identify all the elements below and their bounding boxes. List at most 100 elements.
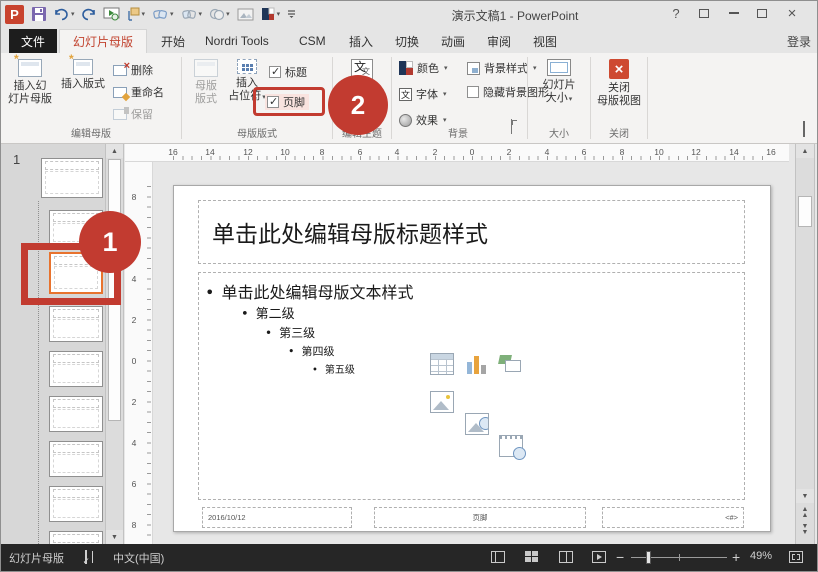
main-scrollbar-thumb[interactable] — [798, 196, 812, 227]
reading-view-button[interactable] — [559, 551, 573, 563]
fit-slide-to-window-button[interactable] — [789, 551, 803, 563]
insert-slide-master-icon — [18, 59, 42, 77]
zoom-out-button[interactable]: − — [616, 549, 624, 565]
insert-layout-button[interactable]: 插入版式 — [59, 57, 107, 125]
master-layout-button[interactable]: 母版 版式 — [187, 57, 225, 125]
body-level-1: •单击此处编辑母版文本样式 — [205, 279, 413, 303]
slideshow-view-button[interactable] — [592, 551, 606, 563]
slide-size-icon — [547, 59, 571, 76]
body-level-5: •第五级 — [312, 361, 355, 376]
layout-thumbnail[interactable] — [49, 351, 103, 387]
slide-number-label: 1 — [13, 152, 20, 167]
insert-pictures-icon[interactable] — [430, 391, 454, 413]
rename-button[interactable]: 重命名 — [113, 83, 164, 101]
group-label-edit-master: 编辑母版 — [1, 125, 181, 140]
rename-icon — [113, 87, 127, 98]
tab-slide-master[interactable]: 幻灯片母版 — [59, 29, 147, 53]
start-slideshow-icon[interactable] — [103, 4, 120, 24]
next-slide-button[interactable]: ▼▼ — [796, 524, 814, 538]
layout-thumbnail[interactable] — [49, 531, 103, 544]
combine-shapes-icon[interactable] — [181, 4, 203, 24]
previous-slide-button[interactable]: ▲▲ — [796, 507, 814, 521]
undo-icon[interactable] — [54, 4, 75, 24]
normal-view-button[interactable] — [491, 551, 505, 563]
layout-thumbnail[interactable] — [49, 396, 103, 432]
tab-insert[interactable]: 插入 — [337, 29, 385, 53]
bring-forward-icon[interactable] — [127, 4, 146, 24]
group-label-background: 背景 — [392, 125, 524, 140]
scroll-up-arrow[interactable]: ▲ — [796, 144, 814, 158]
preserve-button[interactable]: 保留 — [113, 105, 153, 123]
layout-thumbnail[interactable] — [49, 306, 103, 342]
title-checkbox-box — [269, 66, 281, 78]
tab-transitions[interactable]: 切换 — [383, 29, 431, 53]
delete-button[interactable]: 删除 — [113, 61, 153, 79]
tab-file[interactable]: 文件 — [9, 29, 57, 53]
insert-slide-master-button[interactable]: 插入幻 灯片母版 — [5, 57, 55, 125]
body-level-2: •第二级 — [241, 303, 295, 322]
title-placeholder[interactable]: 单击此处编辑母版标题样式 — [198, 200, 745, 264]
main-scrollbar[interactable]: ▲ ▼ ▲▲ ▼▼ — [795, 144, 815, 544]
powerpoint-logo-icon[interactable]: P — [5, 4, 24, 24]
slide-size-button[interactable]: 幻灯片 大小 — [535, 57, 583, 125]
status-language[interactable]: 中文(中国) — [113, 550, 164, 566]
insert-layout-icon — [73, 59, 93, 75]
close-master-view-button[interactable]: × 关闭 母版视图 — [595, 57, 643, 125]
save-icon[interactable] — [31, 4, 47, 24]
zoom-level[interactable]: 49% — [750, 550, 772, 562]
insert-picture-icon[interactable] — [237, 4, 254, 24]
layout-thumbnail[interactable] — [49, 486, 103, 522]
slide-master-thumbnail[interactable] — [41, 158, 103, 198]
master-layout-icon — [194, 59, 218, 77]
tab-view[interactable]: 视图 — [521, 29, 569, 53]
slide-sorter-view-button[interactable] — [525, 551, 539, 563]
sign-in-link[interactable]: 登录 — [787, 33, 811, 50]
tab-nordri-tools[interactable]: Nordri Tools — [193, 29, 281, 53]
fonts-button[interactable]: 文 字体 — [399, 85, 447, 103]
collapse-ribbon-button[interactable] — [803, 123, 805, 137]
date-placeholder[interactable]: 2016/10/12 — [202, 507, 352, 528]
tab-csm[interactable]: CSM — [287, 29, 338, 53]
customize-quick-access-toolbar-icon[interactable] — [287, 4, 296, 24]
scroll-down-arrow[interactable]: ▼ — [796, 489, 814, 503]
layout-thumbnail[interactable] — [49, 441, 103, 477]
zoom-slider-thumb[interactable] — [646, 551, 651, 564]
minimize-button[interactable] — [721, 1, 747, 25]
footer-placeholder[interactable]: 页脚 — [374, 507, 586, 528]
quick-access-toolbar: P — [5, 4, 296, 24]
close-button[interactable]: × — [779, 1, 805, 25]
redo-icon[interactable] — [82, 4, 96, 24]
window-title: 演示文稿1 - PowerPoint — [401, 7, 629, 24]
horizontal-ruler: 16 14 12 10 8 6 4 2 0 2 4 6 8 10 12 14 1… — [125, 144, 789, 162]
proofing-icon[interactable] — [85, 551, 87, 563]
panel-scroll-up-arrow[interactable]: ▲ — [106, 144, 123, 158]
fragment-shapes-icon[interactable] — [209, 4, 230, 24]
insert-chart-icon[interactable] — [465, 353, 489, 375]
body-placeholder[interactable]: •单击此处编辑母版文本样式 •第二级 •第三级 •第四级 •第五级 — [198, 272, 745, 500]
insert-smartart-icon[interactable] — [499, 353, 523, 375]
colors-button[interactable]: 颜色 — [399, 59, 448, 77]
ribbon-display-options-button[interactable] — [691, 1, 717, 25]
annotation-rect-step2 — [253, 87, 325, 116]
tab-home[interactable]: 开始 — [149, 29, 197, 53]
tab-animations[interactable]: 动画 — [429, 29, 477, 53]
theme-colors-icon[interactable] — [261, 4, 281, 24]
status-view-name: 幻灯片母版 — [9, 550, 64, 566]
help-button[interactable]: ? — [663, 1, 689, 25]
slide-canvas[interactable]: 单击此处编辑母版标题样式 •单击此处编辑母版文本样式 •第二级 •第三级 •第四… — [173, 185, 771, 532]
tab-review[interactable]: 审阅 — [475, 29, 523, 53]
delete-icon — [113, 65, 127, 76]
insert-online-pictures-icon[interactable] — [465, 413, 489, 435]
title-checkbox[interactable]: 标题 — [269, 64, 307, 80]
maximize-button[interactable] — [749, 1, 775, 25]
title-bar: P — [1, 1, 817, 29]
panel-scrollbar[interactable]: ▲ ▼ — [105, 144, 124, 544]
group-label-size: 大小 — [528, 125, 590, 140]
zoom-slider-center-tick — [679, 554, 680, 561]
slide-number-placeholder[interactable]: <#> — [602, 507, 744, 528]
panel-scroll-down-arrow[interactable]: ▼ — [106, 530, 123, 544]
insert-video-icon[interactable] — [499, 435, 523, 457]
merge-shapes-icon[interactable] — [152, 4, 174, 24]
insert-table-icon[interactable] — [430, 353, 454, 375]
zoom-in-button[interactable]: + — [732, 549, 740, 565]
